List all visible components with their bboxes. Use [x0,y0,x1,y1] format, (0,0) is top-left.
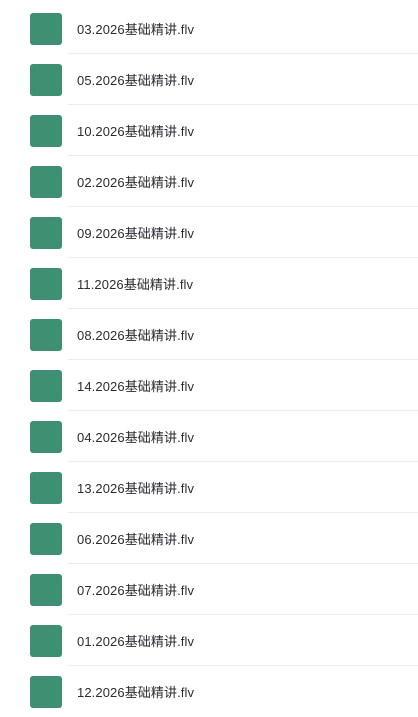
video-thumbnail [30,217,62,249]
file-row[interactable]: 09.2026基础精讲.flv [0,207,418,258]
file-name: 06.2026基础精讲.flv [77,532,195,547]
file-row[interactable]: 14.2026基础精讲.flv [0,360,418,411]
file-name: 12.2026基础精讲.flv [77,685,195,700]
video-thumbnail [30,370,62,402]
file-list: 03.2026基础精讲.flv 05.2026基础精讲.flv 10.2026基… [0,0,418,717]
file-row[interactable]: 03.2026基础精讲.flv [0,3,418,54]
file-row[interactable]: 08.2026基础精讲.flv [0,309,418,360]
file-row[interactable]: 04.2026基础精讲.flv [0,411,418,462]
file-row[interactable]: 12.2026基础精讲.flv [0,666,418,717]
file-name: 13.2026基础精讲.flv [77,481,195,496]
video-thumbnail [30,268,62,300]
video-thumbnail [30,625,62,657]
video-thumbnail [30,115,62,147]
file-name: 04.2026基础精讲.flv [77,430,195,445]
file-name: 02.2026基础精讲.flv [77,175,195,190]
file-name: 14.2026基础精讲.flv [77,379,195,394]
video-thumbnail [30,166,62,198]
video-thumbnail [30,319,62,351]
file-row[interactable]: 06.2026基础精讲.flv [0,513,418,564]
file-name: 09.2026基础精讲.flv [77,226,195,241]
video-thumbnail [30,676,62,708]
file-name: 11.2026基础精讲.flv [77,277,194,292]
file-name: 05.2026基础精讲.flv [77,73,195,88]
video-thumbnail [30,472,62,504]
file-row[interactable]: 13.2026基础精讲.flv [0,462,418,513]
file-name: 07.2026基础精讲.flv [77,583,195,598]
file-name: 01.2026基础精讲.flv [77,634,195,649]
file-row[interactable]: 07.2026基础精讲.flv [0,564,418,615]
file-row[interactable]: 11.2026基础精讲.flv [0,258,418,309]
video-thumbnail [30,523,62,555]
file-row[interactable]: 10.2026基础精讲.flv [0,105,418,156]
file-name: 03.2026基础精讲.flv [77,22,195,37]
file-row[interactable]: 05.2026基础精讲.flv [0,54,418,105]
file-name: 08.2026基础精讲.flv [77,328,195,343]
file-row[interactable]: 01.2026基础精讲.flv [0,615,418,666]
video-thumbnail [30,64,62,96]
file-name: 10.2026基础精讲.flv [77,124,195,139]
video-thumbnail [30,13,62,45]
video-thumbnail [30,574,62,606]
file-row[interactable]: 02.2026基础精讲.flv [0,156,418,207]
video-thumbnail [30,421,62,453]
